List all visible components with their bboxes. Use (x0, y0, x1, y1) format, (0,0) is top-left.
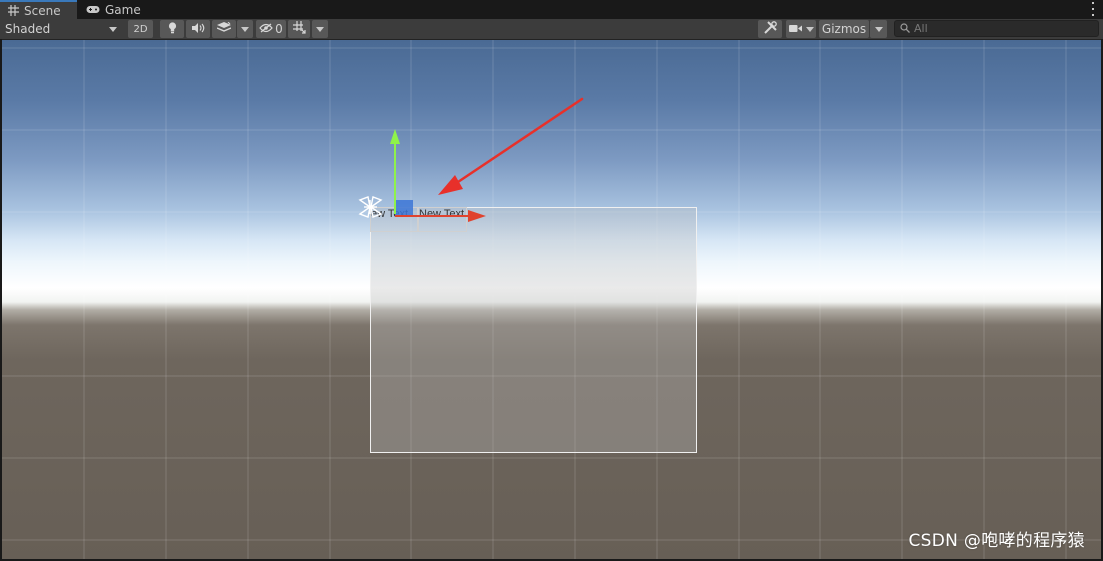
draw-mode-dropdown[interactable]: Shaded (0, 20, 124, 38)
audio-toggle-button[interactable] (186, 20, 210, 38)
lighting-toggle-button[interactable] (160, 20, 184, 38)
gizmos-dropdown-button[interactable] (870, 20, 887, 38)
gizmo-y-arrow-head (390, 129, 400, 144)
eye-slash-icon (259, 22, 273, 36)
tab-game[interactable]: Game (78, 0, 148, 19)
speaker-icon (191, 22, 205, 36)
toggle-2d-label: 2D (133, 23, 148, 35)
draw-mode-label: Shaded (5, 22, 51, 36)
tab-bar: Scene Game (0, 0, 1103, 19)
chevron-down-icon (874, 26, 883, 32)
chevron-down-icon (805, 26, 814, 32)
move-gizmo-icon[interactable] (390, 129, 486, 222)
tab-scene[interactable]: Scene (0, 0, 77, 19)
camera-icon (788, 22, 802, 36)
grid-icon (8, 5, 19, 16)
grid-snap-dropdown-button[interactable] (312, 20, 328, 38)
chevron-down-icon (241, 26, 249, 32)
grid-snap-button[interactable] (288, 20, 310, 38)
grid-snap-icon (292, 21, 306, 37)
tab-scene-label: Scene (24, 3, 61, 18)
layers-icon (216, 21, 232, 36)
anchor-icon[interactable] (358, 196, 383, 218)
gizmos-button[interactable]: Gizmos (819, 20, 869, 38)
gizmo-plane-handle (395, 200, 413, 216)
effects-dropdown-button[interactable] (237, 20, 253, 38)
tools-icon (763, 21, 777, 37)
hierarchy-search-field[interactable] (894, 20, 1099, 37)
scene-toolbar: Shaded 2D 0 Gizmos All (0, 19, 1103, 40)
search-input[interactable] (914, 22, 1084, 35)
camera-settings-button[interactable] (786, 20, 816, 38)
toggle-2d-button[interactable]: 2D (128, 20, 153, 38)
gizmos-label: Gizmos (821, 22, 867, 36)
hidden-objects-button[interactable]: 0 (256, 20, 286, 38)
scene-viewport[interactable]: ew Text New Text CSDN @咆哮的程序猿 (2, 40, 1101, 559)
annotation-arrow-icon (438, 97, 584, 195)
overlay-layer (358, 97, 584, 222)
lightbulb-icon (168, 21, 177, 37)
chevron-down-icon (316, 26, 324, 32)
hidden-count: 0 (275, 22, 283, 36)
effects-toggle-button[interactable] (212, 20, 236, 38)
chevron-down-icon (109, 27, 117, 32)
more-options-icon[interactable] (1091, 2, 1095, 16)
search-icon (900, 22, 910, 36)
tab-game-label: Game (105, 2, 141, 17)
tools-button[interactable] (758, 20, 782, 38)
gamepad-icon (86, 5, 100, 14)
watermark-text: CSDN @咆哮的程序猿 (908, 531, 1085, 551)
gizmo-x-arrow-head (468, 210, 486, 222)
